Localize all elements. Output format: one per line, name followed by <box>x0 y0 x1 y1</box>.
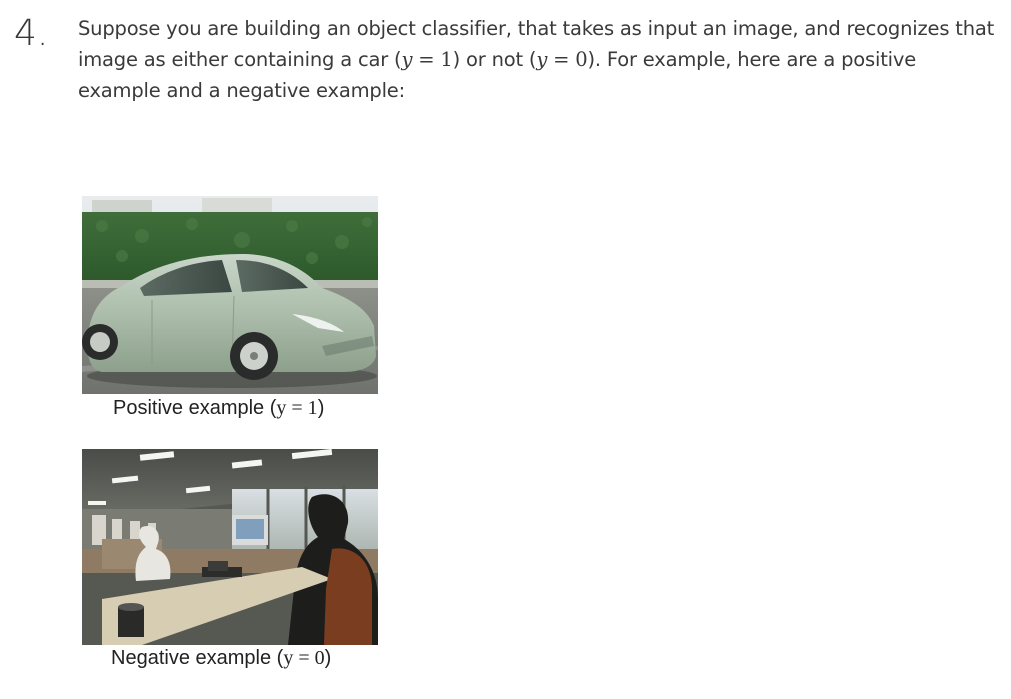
caption-label: Negative example ( <box>111 647 284 669</box>
caption-close-paren: ) <box>317 397 325 419</box>
caption-math: y = 0 <box>283 647 325 669</box>
positive-example-car-image <box>82 196 378 394</box>
negative-example-caption: Negative example (y = 0) <box>111 647 331 670</box>
question-text: Suppose you are building an object class… <box>78 13 998 106</box>
question-text-part-2: ) or not ( <box>452 48 537 71</box>
caption-math: y = 1 <box>276 397 318 419</box>
positive-example-caption: Positive example (y = 1) <box>113 397 324 420</box>
math-value: = 0 <box>547 48 588 71</box>
caption-close-paren: ) <box>324 647 332 669</box>
math-y-equals-0: y = 0 <box>536 48 587 71</box>
math-y-equals-1: y = 1 <box>401 48 452 71</box>
math-variable-y: y <box>401 48 413 71</box>
question-number: 4. <box>14 13 49 54</box>
math-value: = 1 <box>412 48 453 71</box>
math-variable-y: y <box>536 48 548 71</box>
caption-label: Positive example ( <box>113 397 277 419</box>
negative-example-office-image <box>82 449 378 645</box>
